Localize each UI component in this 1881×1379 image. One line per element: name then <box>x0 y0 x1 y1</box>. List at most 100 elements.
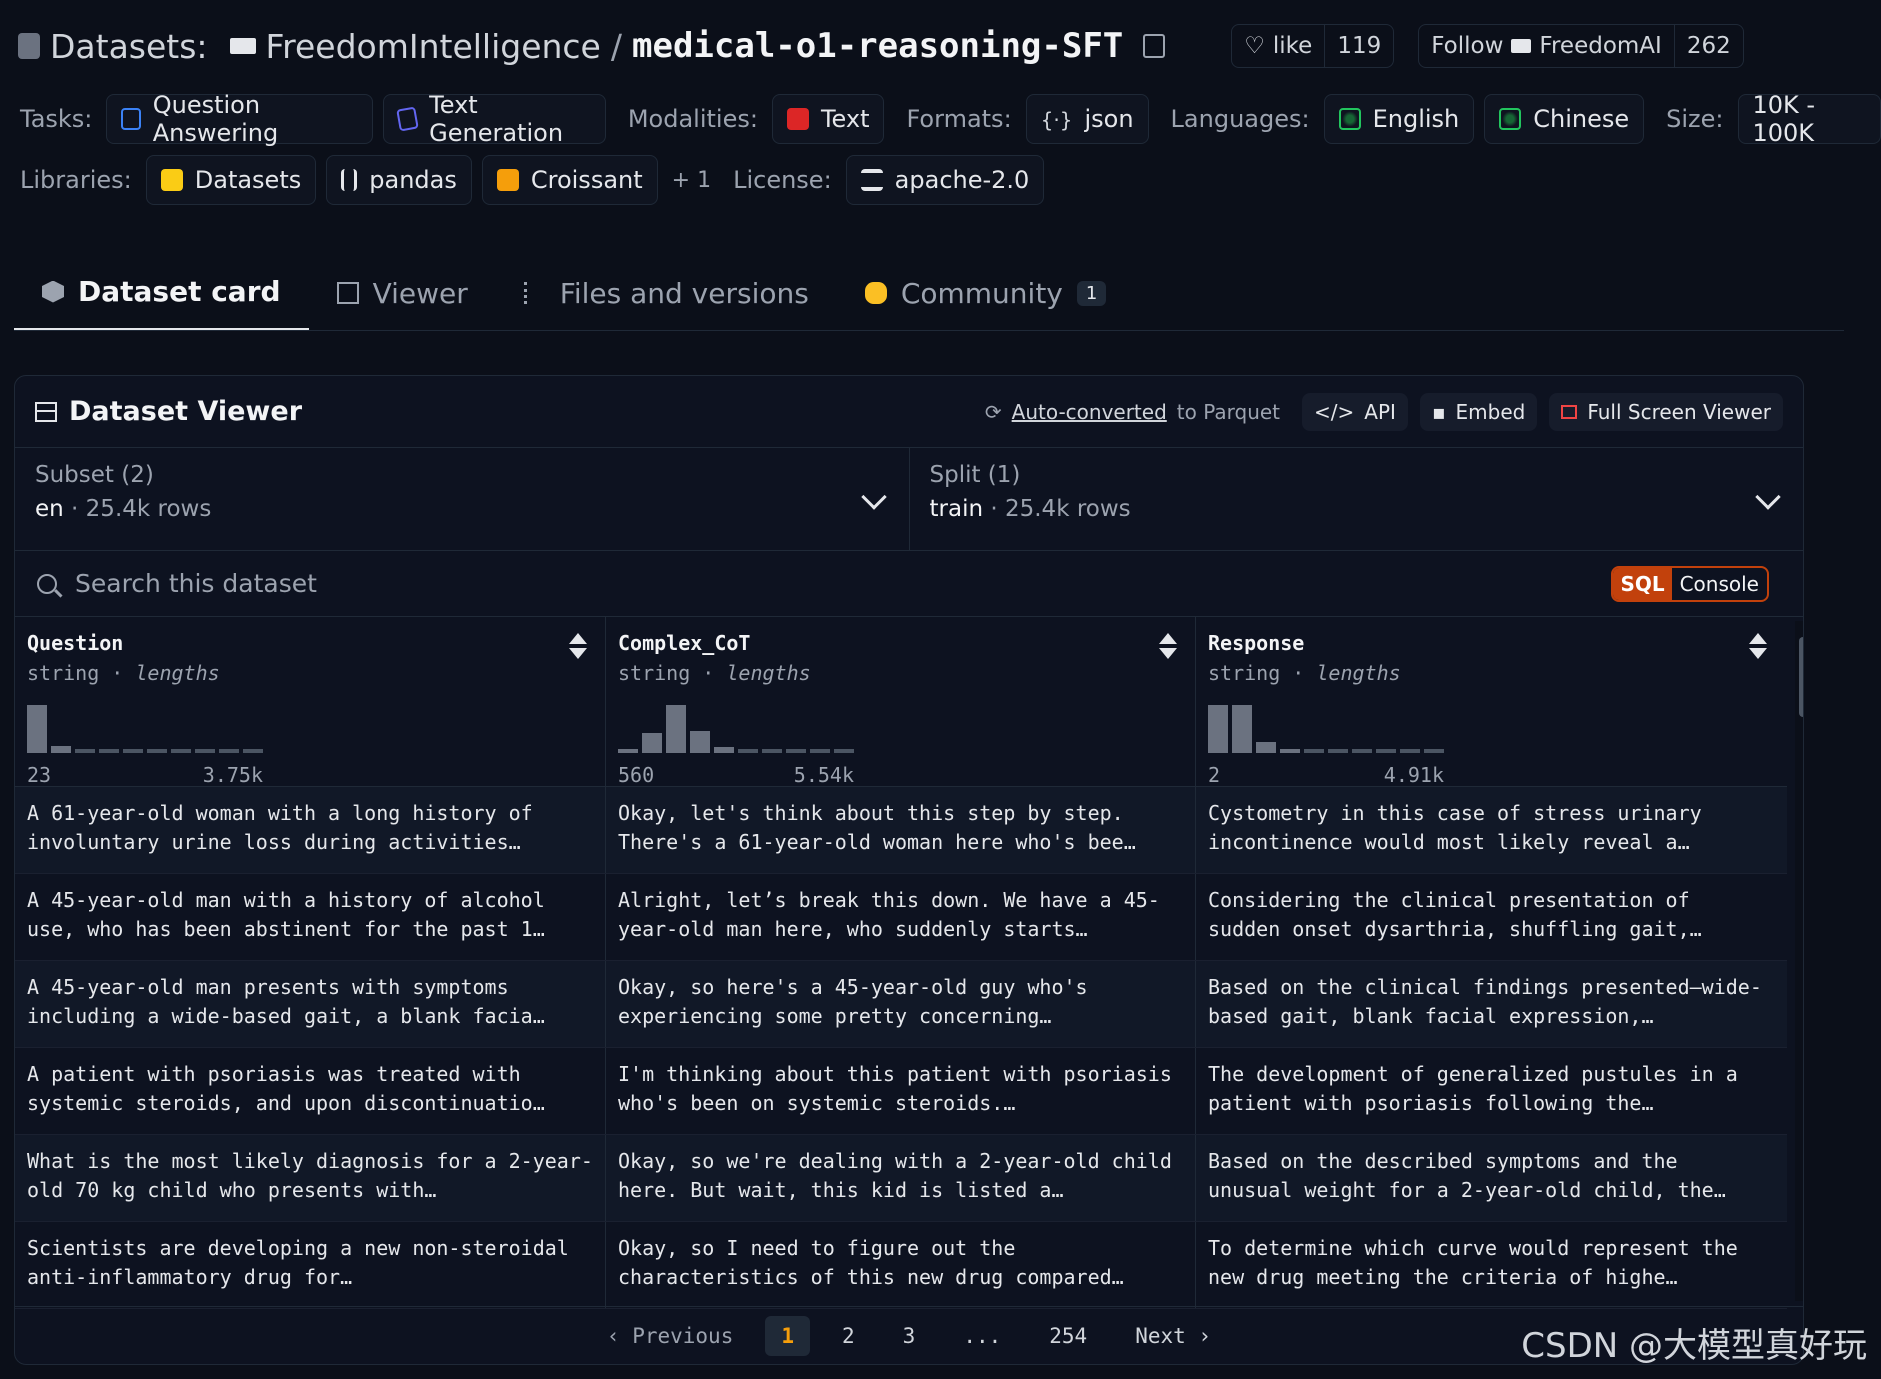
auto-converted-link[interactable]: Auto-converted <box>1012 400 1167 424</box>
column-header[interactable]: Question string · lengths 23 3.75k <box>15 617 605 787</box>
column-header[interactable]: Response string · lengths 2 4.91k <box>1195 617 1785 787</box>
histogram-bar[interactable] <box>834 749 854 753</box>
org-name-link[interactable]: FreedomIntelligence <box>266 27 601 66</box>
histogram-bar[interactable] <box>195 749 215 753</box>
histogram-bar[interactable] <box>27 705 47 753</box>
histogram-bar[interactable] <box>1424 749 1444 753</box>
sql-console-button[interactable]: SQL Console <box>1611 565 1769 602</box>
table-cell[interactable]: Okay, so I need to figure out the charac… <box>605 1222 1195 1308</box>
histogram-bar[interactable] <box>666 705 686 753</box>
page-1-button[interactable]: 1 <box>765 1315 811 1356</box>
follow-seg[interactable]: Follow FreedomAI <box>1419 25 1674 67</box>
table-cell[interactable]: Okay, let's think about this step by ste… <box>605 787 1195 873</box>
table-row[interactable]: Scientists are developing a new non-ster… <box>15 1222 1787 1309</box>
table-cell[interactable]: Okay, so here's a 45-year-old guy who's … <box>605 961 1195 1047</box>
tag-english[interactable]: English <box>1323 94 1475 144</box>
like-seg[interactable]: ♡ like <box>1232 25 1324 67</box>
tag-datasets-lib[interactable]: Datasets <box>145 155 317 205</box>
table-cell[interactable]: I'm thinking about this patient with pso… <box>605 1048 1195 1134</box>
api-button[interactable]: </> API <box>1302 392 1408 431</box>
subset-select[interactable]: Subset (2) en · 25.4k rows <box>15 448 909 550</box>
table-cell[interactable]: Considering the clinical presentation of… <box>1195 874 1785 960</box>
datasets-label[interactable]: Datasets: <box>50 27 208 66</box>
like-count[interactable]: 119 <box>1324 25 1393 67</box>
tab-dataset-card[interactable]: Dataset card <box>14 255 309 331</box>
histogram-bar[interactable] <box>1256 742 1276 753</box>
table-row[interactable]: A 61-year-old woman with a long history … <box>15 787 1787 874</box>
histogram-bar[interactable] <box>243 749 263 753</box>
page-3-button[interactable]: 3 <box>887 1316 932 1356</box>
tag-size[interactable]: 10K - 100K <box>1737 91 1881 147</box>
table-cell[interactable]: Based on the clinical findings presented… <box>1195 961 1785 1047</box>
sort-icon[interactable] <box>1159 633 1177 659</box>
table-cell[interactable]: A 45-year-old man presents with symptoms… <box>15 961 605 1047</box>
repo-name[interactable]: medical-o1-reasoning-SFT <box>632 26 1123 66</box>
histogram-bar[interactable] <box>642 733 662 753</box>
histogram-bar[interactable] <box>810 749 830 753</box>
tag-text[interactable]: Text <box>771 94 885 144</box>
copy-icon[interactable] <box>1143 34 1166 58</box>
split-select[interactable]: Split (1) train · 25.4k rows <box>908 448 1804 550</box>
sort-icon[interactable] <box>1749 633 1767 659</box>
histogram-bar[interactable] <box>171 749 191 753</box>
table-cell[interactable]: What is the most likely diagnosis for a … <box>15 1135 605 1221</box>
histogram-bar[interactable] <box>99 749 119 753</box>
tag-pandas[interactable]: pandas <box>326 155 472 205</box>
table-cell[interactable]: Based on the described symptoms and the … <box>1195 1135 1785 1221</box>
histogram-bar[interactable] <box>690 731 710 753</box>
next-page-button[interactable]: Next › <box>1119 1316 1227 1356</box>
table-cell[interactable]: Cystometry in this case of stress urinar… <box>1195 787 1785 873</box>
table-cell[interactable]: A 45-year-old man with a history of alco… <box>15 874 605 960</box>
page-2-button[interactable]: 2 <box>826 1316 871 1356</box>
page-last-button[interactable]: 254 <box>1033 1316 1103 1356</box>
tag-question-answering[interactable]: Question Answering <box>106 91 373 147</box>
follow-button[interactable]: Follow FreedomAI 262 <box>1418 24 1744 68</box>
tab-files[interactable]: Files and versions <box>496 255 837 331</box>
histogram-bar[interactable] <box>75 749 95 753</box>
tag-license[interactable]: apache-2.0 <box>845 155 1045 205</box>
scrollbar-thumb[interactable] <box>1799 637 1803 717</box>
tag-json[interactable]: {·} json <box>1025 94 1149 144</box>
table-scrollbar[interactable] <box>1795 621 1803 1301</box>
follow-count[interactable]: 262 <box>1673 25 1743 67</box>
table-row[interactable]: A 45-year-old man presents with symptoms… <box>15 961 1787 1048</box>
full-screen-button[interactable]: Full Screen Viewer <box>1549 392 1783 431</box>
histogram-bar[interactable] <box>147 749 167 753</box>
table-cell[interactable]: Alright, let’s break this down. We have … <box>605 874 1195 960</box>
search-input[interactable] <box>75 569 975 598</box>
histogram-bar[interactable] <box>786 749 806 753</box>
embed-button[interactable]: ▪ Embed <box>1419 392 1538 431</box>
histogram-bar[interactable] <box>1232 705 1252 753</box>
histogram-bar[interactable] <box>1352 749 1372 753</box>
histogram-bar[interactable] <box>1328 749 1348 753</box>
table-row[interactable]: A patient with psoriasis was treated wit… <box>15 1048 1787 1135</box>
table-row[interactable]: A 45-year-old man with a history of alco… <box>15 874 1787 961</box>
histogram-bar[interactable] <box>1304 749 1324 753</box>
column-header[interactable]: Complex_CoT string · lengths 560 5.54k <box>605 617 1195 787</box>
table-cell[interactable]: To determine which curve would represent… <box>1195 1222 1785 1308</box>
table-cell[interactable]: The development of generalized pustules … <box>1195 1048 1785 1134</box>
table-cell[interactable]: Okay, so we're dealing with a 2-year-old… <box>605 1135 1195 1221</box>
histogram-bar[interactable] <box>51 746 71 753</box>
tab-viewer[interactable]: Viewer <box>309 255 496 331</box>
histogram-bar[interactable] <box>123 749 143 753</box>
histogram-bar[interactable] <box>1400 749 1420 753</box>
like-button[interactable]: ♡ like 119 <box>1231 24 1395 68</box>
table-cell[interactable]: A patient with psoriasis was treated wit… <box>15 1048 605 1134</box>
histogram-bar[interactable] <box>618 749 638 753</box>
histogram-bar[interactable] <box>1208 705 1228 753</box>
table-cell[interactable]: A 61-year-old woman with a long history … <box>15 787 605 873</box>
sort-icon[interactable] <box>569 633 587 659</box>
table-cell[interactable]: Scientists are developing a new non-ster… <box>15 1222 605 1308</box>
more-libraries[interactable]: + 1 <box>672 168 711 193</box>
tag-chinese[interactable]: Chinese <box>1484 94 1645 144</box>
tab-community[interactable]: Community 1 <box>837 255 1135 331</box>
tag-text-generation[interactable]: Text Generation <box>382 91 606 147</box>
tag-croissant[interactable]: Croissant <box>481 155 658 205</box>
histogram-bar[interactable] <box>714 747 734 753</box>
histogram-bar[interactable] <box>738 749 758 753</box>
previous-page-button[interactable]: ‹ Previous <box>591 1316 749 1356</box>
histogram-bar[interactable] <box>1376 749 1396 753</box>
histogram-bar[interactable] <box>1280 749 1300 753</box>
table-row[interactable]: What is the most likely diagnosis for a … <box>15 1135 1787 1222</box>
